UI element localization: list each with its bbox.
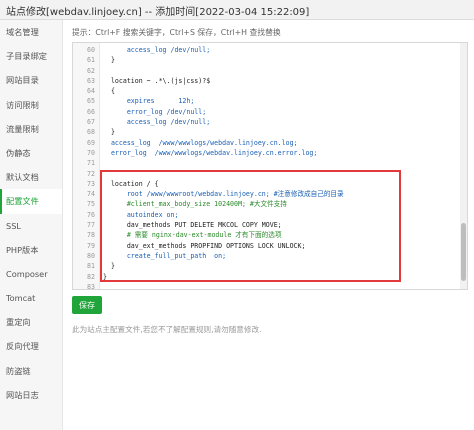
line-number: 69 (87, 138, 95, 147)
code-line[interactable]: 63 location ~ .*\.(js|css)?$ (73, 76, 467, 86)
highlight-box (100, 170, 401, 282)
line-code[interactable]: expires 12h; (103, 96, 195, 106)
line-code[interactable]: access_log /dev/null; (103, 45, 210, 55)
code-line[interactable]: 60 access_log /dev/null; (73, 45, 467, 55)
sidebar-item[interactable]: 防盗链 (0, 359, 62, 383)
code-line[interactable]: 62 (73, 66, 467, 76)
line-number: 74 (87, 190, 95, 199)
line-number: 71 (87, 159, 95, 168)
line-number: 81 (87, 262, 95, 271)
line-number: 76 (87, 210, 95, 219)
code-line[interactable]: 66 error_log /dev/null; (73, 107, 467, 117)
code-line[interactable]: 70 error_log /www/wwwlogs/webdav.linjoey… (73, 148, 467, 158)
line-code[interactable]: } (103, 55, 115, 65)
code-line[interactable]: 64 { (73, 86, 467, 96)
code-line[interactable]: 69 access_log /www/wwwlogs/webdav.linjoe… (73, 138, 467, 148)
line-number: 64 (87, 87, 95, 96)
line-number: 79 (87, 241, 95, 250)
sidebar-item[interactable]: Composer (0, 262, 62, 286)
code-line[interactable]: 65 expires 12h; (73, 96, 467, 106)
window-title: 站点修改[webdav.linjoey.cn] -- 添加时间[2022-03-… (6, 7, 310, 18)
line-number: 61 (87, 56, 95, 65)
sidebar-item[interactable]: 访问限制 (0, 93, 62, 117)
sidebar-item[interactable]: Tomcat (0, 286, 62, 310)
sidebar-item[interactable]: 默认文档 (0, 165, 62, 189)
code-line[interactable]: 71 (73, 158, 467, 168)
sidebar-item[interactable]: 伪静态 (0, 141, 62, 165)
code-line[interactable]: 68 } (73, 127, 467, 137)
editor-scrollbar[interactable] (460, 43, 467, 289)
line-number: 83 (87, 282, 95, 290)
line-number: 75 (87, 200, 95, 209)
line-code[interactable]: access_log /www/wwwlogs/webdav.linjoey.c… (103, 138, 298, 148)
line-number: 63 (87, 76, 95, 85)
sidebar-item[interactable]: 子目录绑定 (0, 44, 62, 68)
sidebar-item[interactable]: 域名管理 (0, 20, 62, 44)
config-note: 此为站点主配置文件,若您不了解配置规则,请勿随意修改. (72, 325, 262, 334)
line-code[interactable]: error_log /dev/null; (103, 107, 206, 117)
code-line[interactable]: 83 (73, 282, 467, 290)
line-number: 68 (87, 128, 95, 137)
save-button[interactable]: 保存 (72, 296, 102, 314)
editor-hint: 提示：Ctrl+F 搜索关键字，Ctrl+S 保存，Ctrl+H 查找替换 (72, 28, 281, 37)
code-line[interactable]: 67 access_log /dev/null; (73, 117, 467, 127)
line-number: 77 (87, 221, 95, 230)
line-number: 65 (87, 97, 95, 106)
line-code[interactable]: { (103, 86, 115, 96)
line-number: 62 (87, 66, 95, 75)
sidebar-item[interactable]: 网站目录 (0, 68, 62, 92)
sidebar-item[interactable]: 重定向 (0, 310, 62, 334)
code-line[interactable]: 61 } (73, 55, 467, 65)
line-code[interactable]: error_log /www/wwwlogs/webdav.linjoey.cn… (103, 148, 317, 158)
line-number: 66 (87, 107, 95, 116)
line-code[interactable]: } (103, 127, 115, 137)
sidebar-item[interactable]: 流量限制 (0, 117, 62, 141)
line-number: 67 (87, 118, 95, 127)
line-code[interactable]: access_log /dev/null; (103, 117, 210, 127)
sidebar-item[interactable]: PHP版本 (0, 238, 62, 262)
scrollbar-thumb[interactable] (461, 223, 466, 281)
line-number: 70 (87, 148, 95, 157)
line-number: 60 (87, 46, 95, 54)
line-number: 72 (87, 169, 95, 178)
sidebar-item[interactable]: SSL (0, 214, 62, 238)
line-code[interactable]: location ~ .*\.(js|css)?$ (103, 76, 210, 86)
line-number: 73 (87, 179, 95, 188)
title-bar: 站点修改[webdav.linjoey.cn] -- 添加时间[2022-03-… (0, 0, 474, 20)
line-number: 82 (87, 272, 95, 281)
line-number: 80 (87, 251, 95, 260)
sidebar: 域名管理 子目录绑定 网站目录 访问限制 流量限制 伪静态 默认文档 配置文件 SSL PHP版本… (0, 20, 63, 430)
sidebar-item[interactable]: 网站日志 (0, 383, 62, 407)
sidebar-item[interactable]: 配置文件 (0, 189, 62, 214)
sidebar-item[interactable]: 反向代理 (0, 334, 62, 358)
line-number: 78 (87, 231, 95, 240)
